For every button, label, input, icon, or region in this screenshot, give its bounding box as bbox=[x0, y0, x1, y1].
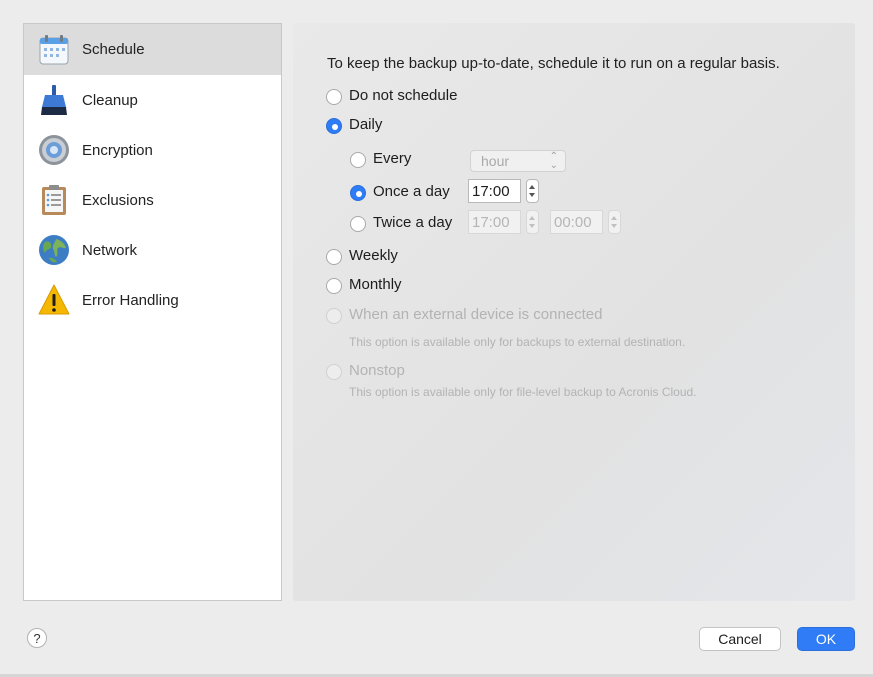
weekly-radio[interactable] bbox=[326, 249, 342, 265]
external-device-label: When an external device is connected bbox=[349, 306, 603, 323]
every-unit-value: hour bbox=[481, 153, 510, 169]
sidebar-item-label: Exclusions bbox=[82, 191, 154, 209]
do-not-schedule-label: Do not schedule bbox=[349, 87, 458, 104]
sidebar-item-encryption[interactable]: Encryption bbox=[24, 125, 281, 175]
stepper-down-icon bbox=[611, 224, 617, 228]
sidebar-item-label: Encryption bbox=[82, 141, 153, 159]
cancel-button[interactable]: Cancel bbox=[699, 627, 781, 651]
sidebar-item-network[interactable]: Network bbox=[24, 225, 281, 275]
twice-a-day-time2-field[interactable]: 00:00 bbox=[550, 210, 603, 234]
broom-icon bbox=[41, 85, 67, 115]
settings-sidebar: Schedule Cleanup Encryption Exclusions N… bbox=[23, 23, 282, 601]
every-radio[interactable] bbox=[350, 152, 366, 168]
daily-label: Daily bbox=[349, 116, 383, 133]
ok-button[interactable]: OK bbox=[797, 627, 855, 651]
external-device-radio[interactable] bbox=[326, 308, 342, 324]
stepper-up-icon bbox=[529, 185, 535, 189]
stepper-down-icon bbox=[529, 193, 535, 197]
vault-icon bbox=[39, 135, 69, 165]
sidebar-item-cleanup[interactable]: Cleanup bbox=[24, 75, 281, 125]
help-button[interactable]: ? bbox=[27, 628, 47, 648]
sidebar-item-error-handling[interactable]: Error Handling bbox=[24, 275, 281, 325]
clipboard-icon bbox=[42, 185, 66, 215]
twice-a-day-time2-stepper[interactable] bbox=[608, 210, 621, 234]
once-a-day-radio[interactable] bbox=[350, 185, 366, 201]
monthly-radio[interactable] bbox=[326, 278, 342, 294]
nonstop-note: This option is available only for file-l… bbox=[349, 385, 697, 399]
once-a-day-time-field[interactable]: 17:00 bbox=[468, 179, 521, 203]
warning-icon bbox=[38, 284, 70, 315]
do-not-schedule-radio[interactable] bbox=[326, 89, 342, 105]
calendar-icon bbox=[39, 34, 69, 64]
schedule-intro: To keep the backup up-to-date, schedule … bbox=[327, 55, 780, 72]
daily-radio[interactable] bbox=[326, 118, 342, 134]
weekly-label: Weekly bbox=[349, 247, 398, 264]
twice-a-day-radio[interactable] bbox=[350, 216, 366, 232]
every-label: Every bbox=[373, 150, 412, 167]
sidebar-item-exclusions[interactable]: Exclusions bbox=[24, 175, 281, 225]
twice-a-day-time1-field[interactable]: 17:00 bbox=[468, 210, 521, 234]
globe-icon bbox=[39, 235, 69, 265]
monthly-label: Monthly bbox=[349, 276, 402, 293]
chevron-updown-icon: ⌃ ⌄ bbox=[549, 151, 558, 171]
sidebar-item-label: Error Handling bbox=[82, 291, 179, 309]
sidebar-item-label: Cleanup bbox=[82, 91, 138, 109]
stepper-up-icon bbox=[529, 216, 535, 220]
nonstop-radio[interactable] bbox=[326, 364, 342, 380]
twice-a-day-label: Twice a day bbox=[373, 214, 453, 231]
sidebar-item-label: Network bbox=[82, 241, 138, 259]
twice-a-day-time1-stepper[interactable] bbox=[526, 210, 539, 234]
once-a-day-label: Once a day bbox=[373, 183, 450, 200]
external-device-note: This option is available only for backup… bbox=[349, 335, 686, 349]
schedule-panel: To keep the backup up-to-date, schedule … bbox=[293, 23, 855, 601]
sidebar-item-schedule[interactable]: Schedule bbox=[24, 24, 281, 75]
stepper-up-icon bbox=[611, 216, 617, 220]
sidebar-item-label: Schedule bbox=[82, 41, 145, 58]
once-a-day-time-stepper[interactable] bbox=[526, 179, 539, 203]
every-unit-popup[interactable]: hour ⌃ ⌄ bbox=[470, 150, 566, 172]
nonstop-label: Nonstop bbox=[349, 362, 405, 379]
stepper-down-icon bbox=[529, 224, 535, 228]
